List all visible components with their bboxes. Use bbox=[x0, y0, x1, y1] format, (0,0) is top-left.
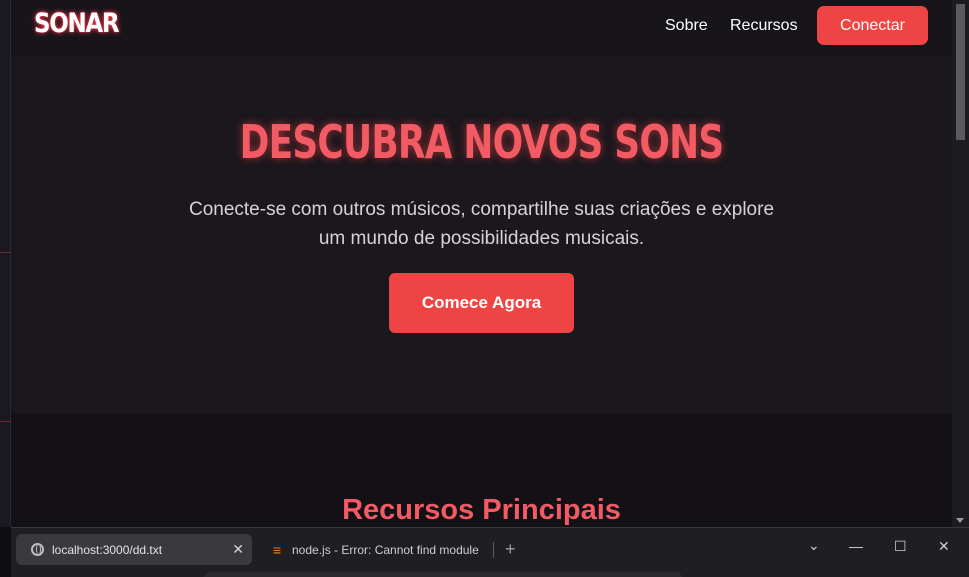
scroll-down-arrow-icon[interactable] bbox=[956, 518, 964, 523]
hero-section: DESCUBRA NOVOS SONS Conecte-se com outro… bbox=[11, 57, 952, 413]
tab-list-dropdown-icon[interactable]: ⌄ bbox=[808, 537, 820, 554]
features-section-title: Recursos Principais bbox=[342, 494, 621, 526]
nav-link-recursos[interactable]: Recursos bbox=[730, 17, 798, 35]
minimize-icon[interactable]: — bbox=[849, 538, 863, 554]
close-tab-icon[interactable]: ✕ bbox=[232, 541, 244, 558]
tab-nodejs-error[interactable]: ≡ node.js - Error: Cannot find module bbox=[266, 534, 496, 565]
adjacent-window-strip bbox=[0, 0, 11, 527]
browser-tab-bar: localhost:3000/dd.txt ✕ ≡ node.js - Erro… bbox=[11, 527, 969, 577]
tab-separator bbox=[493, 542, 494, 558]
get-started-button[interactable]: Comece Agora bbox=[389, 273, 574, 333]
page-scrollbar[interactable] bbox=[952, 0, 969, 527]
hero-subtitle: Conecte-se com outros músicos, compartil… bbox=[188, 199, 775, 249]
nav-link-sobre[interactable]: Sobre bbox=[665, 17, 708, 35]
web-page: SONAR Sobre Recursos Conectar DESCUBRA N… bbox=[11, 0, 952, 527]
site-logo[interactable]: SONAR bbox=[34, 8, 120, 39]
globe-icon bbox=[30, 543, 44, 557]
connect-button[interactable]: Conectar bbox=[817, 6, 928, 45]
tab-label: node.js - Error: Cannot find module bbox=[292, 542, 479, 557]
close-window-icon[interactable]: ✕ bbox=[938, 538, 950, 555]
maximize-icon[interactable]: ☐ bbox=[894, 538, 907, 555]
tab-label: localhost:3000/dd.txt bbox=[52, 542, 163, 557]
strip-mark bbox=[0, 421, 11, 422]
new-tab-icon[interactable]: + bbox=[505, 539, 516, 560]
strip-mark bbox=[0, 252, 11, 253]
navbar: SONAR Sobre Recursos Conectar bbox=[11, 0, 952, 57]
stackoverflow-icon: ≡ bbox=[272, 541, 282, 558]
scrollbar-thumb[interactable] bbox=[956, 4, 965, 140]
address-bar-peek bbox=[204, 572, 682, 577]
tab-localhost[interactable]: localhost:3000/dd.txt ✕ bbox=[16, 534, 252, 565]
hero-title: DESCUBRA NOVOS SONS bbox=[239, 115, 725, 169]
